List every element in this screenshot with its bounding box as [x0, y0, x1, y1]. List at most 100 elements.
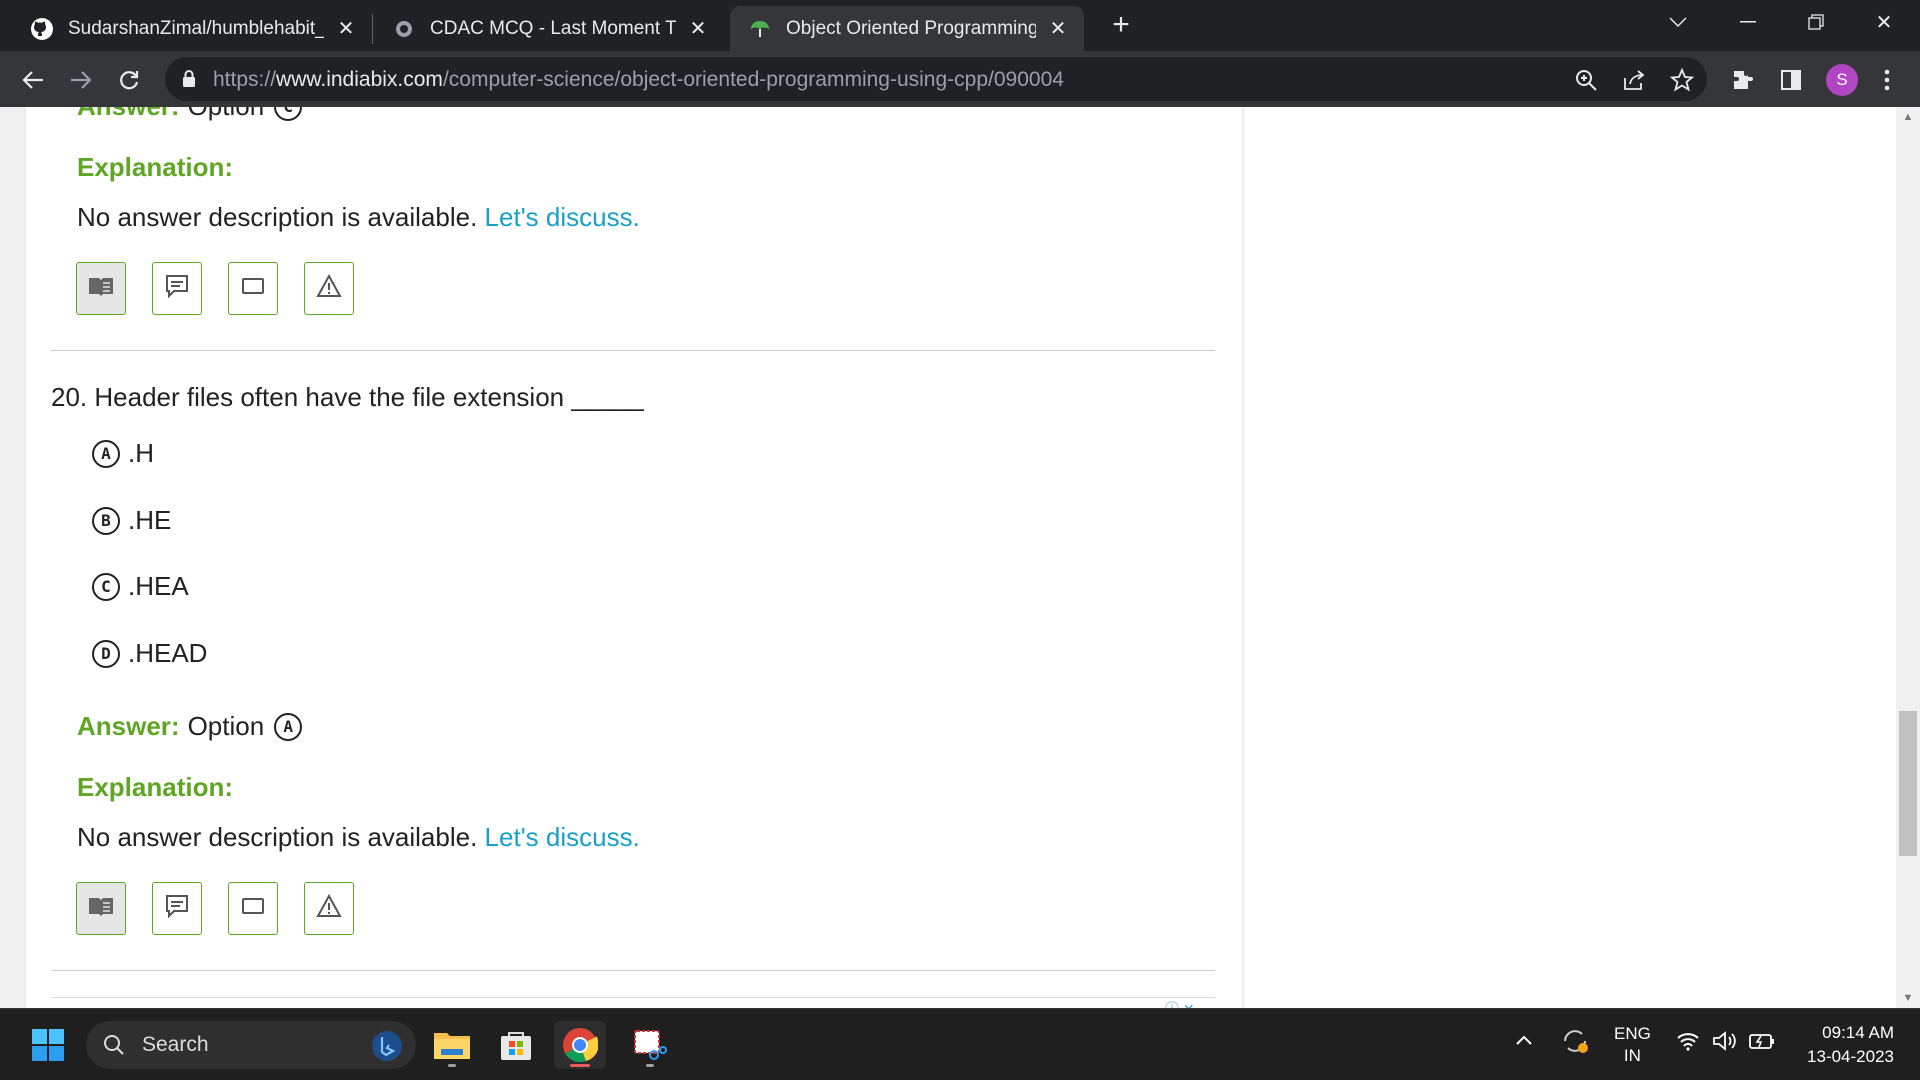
explanation-text: No answer description is available. Let'… [77, 822, 640, 852]
tab-separator [372, 14, 373, 44]
minimize-button[interactable] [1718, 0, 1778, 44]
report-button[interactable] [304, 882, 354, 935]
option-c[interactable]: C .HEA [92, 571, 189, 602]
wifi-icon[interactable] [1676, 1031, 1700, 1056]
tab-title: Object Oriented Programming Using C++ [786, 17, 1036, 39]
menu-kebab-icon[interactable] [1872, 65, 1902, 95]
workspace-button[interactable] [228, 882, 278, 935]
question-number: 20. [51, 382, 88, 412]
scroll-up-icon[interactable]: ▲ [1896, 107, 1920, 127]
report-button[interactable] [304, 262, 354, 315]
option-d[interactable]: D .HEAD [92, 638, 207, 669]
side-panel-icon[interactable] [1776, 65, 1806, 95]
search-icon [104, 1035, 124, 1055]
tab-title: CDAC MCQ - Last Moment Tuitions [430, 17, 676, 39]
bookmark-star-icon[interactable] [1669, 67, 1695, 93]
language-indicator[interactable]: ENG IN [1614, 1023, 1651, 1067]
clock[interactable]: 09:14 AM 13-04-2023 [1790, 1021, 1894, 1069]
scroll-thumb[interactable] [1899, 711, 1917, 856]
page-viewport: Answer: Option C Explanation: No answer … [0, 107, 1920, 1008]
answer-line: Answer: Option A [77, 711, 303, 742]
file-explorer-icon[interactable] [426, 1021, 478, 1069]
explanation-title: Explanation: [77, 772, 234, 802]
restore-button[interactable] [1786, 0, 1846, 44]
ms-store-icon[interactable] [490, 1021, 542, 1069]
answer-label: Answer: [77, 711, 180, 741]
tab-github[interactable]: SudarshanZimal/humblehabit_C++ ✕ [12, 6, 372, 51]
discuss-button[interactable] [152, 882, 202, 935]
running-indicator [448, 1064, 456, 1067]
battery-icon[interactable] [1748, 1031, 1776, 1056]
divider [51, 350, 1215, 351]
tray-overflow-icon[interactable] [1515, 1031, 1533, 1051]
taskbar-search[interactable]: Search [86, 1021, 416, 1069]
active-indicator [570, 1064, 590, 1067]
vertical-scrollbar[interactable]: ▲ ▼ [1896, 107, 1920, 1008]
question-card [26, 107, 1242, 1008]
comment-icon [165, 274, 189, 303]
forward-button[interactable] [64, 63, 98, 97]
clock-time: 09:14 AM [1822, 1023, 1894, 1042]
tab-title: SudarshanZimal/humblehabit_C++ [68, 17, 324, 39]
clock-date: 13-04-2023 [1807, 1047, 1894, 1066]
workspace-icon [241, 896, 265, 921]
answer-text: Option [187, 711, 265, 741]
snipping-tool-icon[interactable] [624, 1021, 676, 1069]
bing-icon[interactable] [372, 1031, 402, 1061]
close-window-button[interactable]: ✕ [1854, 0, 1914, 44]
profile-avatar[interactable]: S [1826, 64, 1858, 96]
tab-cdac[interactable]: CDAC MCQ - Last Moment Tuitions ✕ [374, 6, 724, 51]
discuss-button[interactable] [152, 262, 202, 315]
scroll-down-icon[interactable]: ▼ [1896, 988, 1920, 1008]
close-tab-icon[interactable]: ✕ [686, 17, 710, 41]
option-letter: D [92, 639, 120, 668]
option-b[interactable]: B .HE [92, 505, 171, 536]
start-button[interactable] [22, 1021, 74, 1069]
extensions-icon[interactable] [1728, 65, 1758, 95]
workspace-button[interactable] [228, 262, 278, 315]
view-answer-button[interactable] [76, 262, 126, 315]
url-text[interactable]: https://www.indiabix.com/computer-scienc… [213, 68, 1064, 92]
ad-choices-icon[interactable]: ⓘ ✕ [1165, 999, 1195, 1008]
option-text: .HEAD [128, 638, 208, 668]
volume-icon[interactable] [1712, 1031, 1738, 1056]
address-bar[interactable]: https://www.indiabix.com/computer-scienc… [165, 57, 1707, 101]
warning-icon [316, 273, 342, 303]
book-icon [87, 895, 115, 922]
reload-button[interactable] [112, 63, 146, 97]
back-button[interactable] [16, 63, 50, 97]
option-a[interactable]: A .H [92, 438, 154, 469]
discuss-link[interactable]: Let's discuss. [485, 202, 640, 232]
question-text: 20. Header files often have the file ext… [51, 382, 644, 413]
lock-icon[interactable] [181, 69, 201, 89]
tab-indiabix[interactable]: Object Oriented Programming Using C++ ✕ [730, 6, 1084, 51]
answer-text: Option [188, 107, 265, 122]
workspace-icon [241, 276, 265, 301]
zoom-icon[interactable] [1573, 67, 1599, 93]
view-answer-button[interactable] [76, 882, 126, 935]
new-tab-button[interactable]: + [1106, 8, 1136, 41]
warning-icon [316, 893, 342, 923]
github-icon [30, 17, 54, 41]
discuss-link[interactable]: Let's discuss. [485, 822, 640, 852]
close-tab-icon[interactable]: ✕ [334, 17, 358, 41]
divider [51, 970, 1215, 971]
explanation-title: Explanation: [77, 152, 234, 182]
question-body: Header files often have the file extensi… [94, 382, 644, 412]
tab-strip: SudarshanZimal/humblehabit_C++ ✕ CDAC MC… [0, 0, 1920, 51]
option-letter: C [92, 572, 120, 601]
chrome-icon[interactable] [554, 1021, 606, 1069]
option-text: .HEA [128, 571, 189, 601]
tab-search-icon[interactable] [1648, 0, 1708, 44]
option-text: .H [128, 438, 154, 468]
windows-taskbar: Search ENG IN 09:14 AM 13-04-2023 [0, 1008, 1920, 1080]
close-tab-icon[interactable]: ✕ [1046, 17, 1070, 41]
share-icon[interactable] [1621, 67, 1647, 93]
answer-letter: A [274, 712, 303, 741]
option-text: .HE [128, 505, 172, 535]
windows-logo-icon [32, 1029, 64, 1061]
ad-slot [51, 997, 1215, 1008]
sync-icon[interactable] [1560, 1027, 1590, 1060]
book-icon [87, 275, 115, 302]
answer-label: Answer: [77, 107, 180, 122]
